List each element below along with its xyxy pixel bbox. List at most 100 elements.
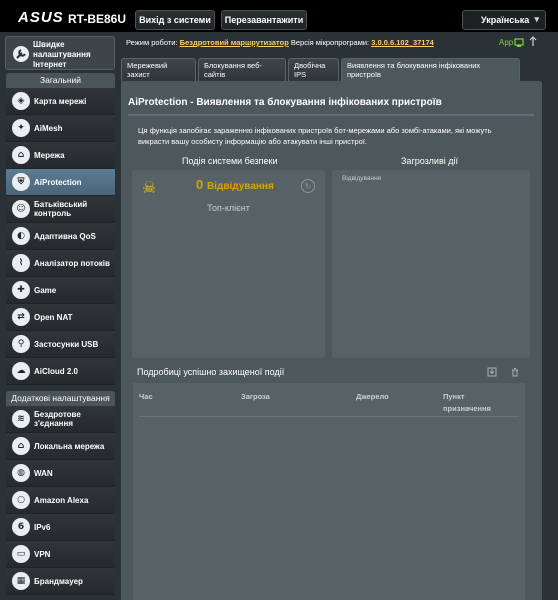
page-title: AiProtection - Виявлення та блокування і… xyxy=(128,97,442,108)
gamepad-icon: ✚ xyxy=(12,281,30,299)
network-status-icon[interactable] xyxy=(514,36,524,48)
sidebar-item-firewall[interactable]: ▦ Брандмауер xyxy=(6,568,115,595)
reboot-button[interactable]: Перезавантажити xyxy=(221,10,307,30)
globe-icon: ◍ xyxy=(12,464,30,482)
tab-infected-device-blocking[interactable]: Виявлення та блокування інфікованих прис… xyxy=(341,58,520,81)
shield-icon: ⛨ xyxy=(12,173,30,191)
sidebar-item-network-map[interactable]: ◈ Карта мережі xyxy=(6,88,115,115)
security-event-title: Подія системи безпеки xyxy=(182,156,278,166)
tab-two-way-ips[interactable]: Двобічна IPS xyxy=(288,58,339,81)
sidebar-item-label: AiCloud 2.0 xyxy=(34,366,79,376)
qos-icon: ◐ xyxy=(12,227,30,245)
asus-logo[interactable]: ASUS xyxy=(18,9,64,26)
sidebar-item-label: AiProtection xyxy=(34,177,82,187)
firmware-label: Версія мікропрограми: xyxy=(290,38,370,47)
column-header-threat: Загроза xyxy=(241,392,270,401)
sidebar-item-aiprotection[interactable]: ⛨ AiProtection xyxy=(6,169,115,196)
tab-bar: Мережевий захист Блокування веб-сайтів Д… xyxy=(121,58,520,81)
save-icon[interactable] xyxy=(487,367,497,377)
threat-chart-label: Відвідування xyxy=(342,175,382,182)
divider xyxy=(128,114,534,116)
sidebar-item-open-nat[interactable]: ⇄ Open NAT xyxy=(6,304,115,331)
sidebar-item-traffic-analyzer[interactable]: ⌇ Аналізатор потоків xyxy=(6,250,115,277)
chevron-down-icon: ▾ xyxy=(534,14,539,24)
details-title: Подробиці успішно захищеної події xyxy=(137,367,285,377)
page-description: Ця функція запобігає зараженню інфікован… xyxy=(138,126,492,146)
alexa-icon: ○ xyxy=(12,491,30,509)
threat-activity-title: Загрозливі дії xyxy=(401,156,458,166)
app-link[interactable]: App xyxy=(499,38,513,47)
sidebar-item-aimesh[interactable]: ✦ AiMesh xyxy=(6,115,115,142)
open-nat-icon: ⇄ xyxy=(12,308,30,326)
firmware-version-link[interactable]: 3.0.0.6.102_37174 xyxy=(371,38,434,47)
sidebar-general: ◈ Карта мережі ✦ AiMesh ⌂ Мережа ⛨ AiPro… xyxy=(6,88,115,385)
sidebar-item-adaptive-qos[interactable]: ◐ Адаптивна QoS xyxy=(6,223,115,250)
firewall-icon: ▦ xyxy=(12,572,30,590)
sidebar-item-label: Аналізатор потоків xyxy=(34,258,110,268)
status-icons xyxy=(514,36,538,48)
menu-section-general: Загальний xyxy=(6,73,115,88)
qis-label: Швидке налаштування Інтернет xyxy=(33,40,91,69)
sidebar-item-lan[interactable]: ⌂ Локальна мережа xyxy=(6,433,115,460)
menu-section-advanced: Додаткові налаштування xyxy=(6,391,115,406)
event-count-label: Відвідування xyxy=(207,181,274,192)
skull-icon: ☠ xyxy=(142,180,157,197)
column-header-destination: Пункт призначення xyxy=(443,392,491,413)
sidebar-item-label: Мережа xyxy=(34,150,65,160)
column-header-time: Час xyxy=(139,392,153,401)
column-header-source: Джерело xyxy=(356,392,389,401)
sidebar-item-parental-control[interactable]: ☺ Батьківський контроль xyxy=(6,196,115,223)
sidebar-item-label: Адаптивна QoS xyxy=(34,231,96,241)
security-event-panel: ☠ 0 Відвідування ↻ Топ-клієнт xyxy=(132,170,325,358)
aimesh-icon: ✦ xyxy=(12,119,30,137)
sidebar-item-aicloud[interactable]: ☁ AiCloud 2.0 xyxy=(6,358,115,385)
tab-website-blocking[interactable]: Блокування веб-сайтів xyxy=(198,58,286,81)
sidebar-item-label: Amazon Alexa xyxy=(34,495,89,505)
network-map-icon: ◈ xyxy=(12,92,30,110)
refresh-icon[interactable]: ↻ xyxy=(301,179,315,193)
top-bar: ASUS RT-BE86U Вихід з системи Перезавант… xyxy=(0,0,558,32)
divider xyxy=(139,416,519,417)
network-icon: ⌂ xyxy=(12,146,30,164)
language-select[interactable]: Українська ▾ xyxy=(462,10,546,30)
sidebar-item-label: IPv6 xyxy=(34,522,51,532)
event-count: 0 xyxy=(196,177,204,192)
parental-control-icon: ☺ xyxy=(12,200,30,218)
logout-button[interactable]: Вихід з системи xyxy=(135,10,215,30)
usb-status-icon[interactable] xyxy=(528,36,538,48)
tab-network-protection[interactable]: Мережевий захист xyxy=(121,58,196,81)
sidebar-item-label: Карта мережі xyxy=(34,96,87,106)
sidebar-item-label: VPN xyxy=(34,549,51,559)
lan-icon: ⌂ xyxy=(12,437,30,455)
language-value: Українська xyxy=(481,15,530,25)
sidebar-item-label: Локальна мережа xyxy=(34,441,105,451)
sidebar-item-label: AiMesh xyxy=(34,123,63,133)
sidebar-item-ipv6[interactable]: 6 IPv6 xyxy=(6,514,115,541)
traffic-analyzer-icon: ⌇ xyxy=(12,254,30,272)
sidebar-item-label: Брандмауер xyxy=(34,576,83,586)
wrench-icon xyxy=(13,46,29,62)
sidebar-item-alexa[interactable]: ○ Amazon Alexa xyxy=(6,487,115,514)
operation-mode-link[interactable]: Бездротовий маршрутизатор xyxy=(180,38,289,47)
top-client-label: Топ-клієнт xyxy=(207,203,250,213)
sidebar-item-label: WAN xyxy=(34,468,53,478)
sidebar-item-vpn[interactable]: ▭ VPN xyxy=(6,541,115,568)
trash-icon[interactable] xyxy=(510,367,520,377)
ipv6-icon: 6 xyxy=(12,518,30,536)
router-model: RT-BE86U xyxy=(68,12,127,26)
cloud-icon: ☁ xyxy=(12,362,30,380)
operation-mode-label: Режим роботи: xyxy=(126,38,178,47)
status-line: Режим роботи: Бездротовий маршрутизатор … xyxy=(126,38,434,47)
sidebar-item-wireless[interactable]: ≋ Бездротове з'єднання xyxy=(6,406,115,433)
event-details-table: Час Загроза Джерело Пункт призначення xyxy=(133,383,525,600)
sidebar-item-label: Бездротове з'єднання xyxy=(34,410,81,428)
quick-internet-setup-button[interactable]: Швидке налаштування Інтернет xyxy=(5,36,115,70)
sidebar-item-network[interactable]: ⌂ Мережа xyxy=(6,142,115,169)
sidebar-advanced: ≋ Бездротове з'єднання ⌂ Локальна мережа… xyxy=(6,406,115,595)
sidebar-item-label: Game xyxy=(34,285,57,295)
sidebar-item-label: Застосунки USB xyxy=(34,339,99,349)
sidebar-item-usb-apps[interactable]: ⚲ Застосунки USB xyxy=(6,331,115,358)
sidebar-item-game[interactable]: ✚ Game xyxy=(6,277,115,304)
sidebar-item-wan[interactable]: ◍ WAN xyxy=(6,460,115,487)
threat-activity-panel: Відвідування xyxy=(332,170,530,358)
